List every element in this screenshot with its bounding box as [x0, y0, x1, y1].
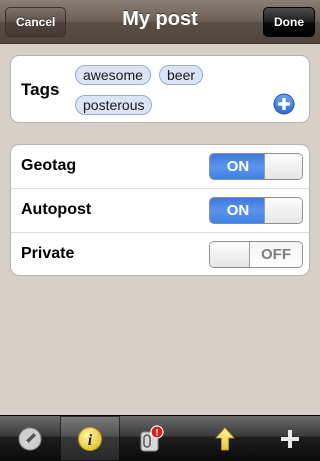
tags-label: Tags: [21, 80, 60, 99]
tab-attachments[interactable]: !: [120, 416, 180, 461]
setting-row-autopost: Autopost ON: [11, 189, 309, 233]
private-switch[interactable]: OFF: [209, 241, 303, 268]
badge-text: !: [156, 427, 159, 437]
pencil-icon: [18, 427, 42, 450]
navigation-bar: Cancel My post Done: [0, 0, 320, 44]
autopost-switch[interactable]: ON: [209, 197, 303, 224]
tag-posterous[interactable]: posterous: [75, 95, 153, 115]
tab-info[interactable]: i: [60, 416, 120, 461]
switch-knob: [210, 242, 250, 267]
tags-section: Tags awesome beer posterous: [10, 55, 310, 123]
tag-beer[interactable]: beer: [159, 65, 204, 85]
plus-icon: [281, 429, 299, 448]
tab-edit[interactable]: [0, 416, 60, 461]
plus-circle-icon[interactable]: [273, 93, 295, 115]
geotag-switch[interactable]: ON: [209, 153, 303, 180]
tag-awesome[interactable]: awesome: [75, 65, 151, 85]
setting-row-private: Private OFF: [11, 233, 309, 277]
tab-add[interactable]: [260, 416, 320, 461]
tab-upload[interactable]: [195, 416, 255, 461]
attachments-icon: !: [140, 424, 164, 451]
switch-state-text: ON: [210, 154, 266, 179]
setting-row-geotag: Geotag ON: [11, 145, 309, 189]
geotag-label: Geotag: [21, 157, 77, 174]
info-icon: i: [78, 426, 102, 451]
switch-state-text: ON: [210, 198, 266, 223]
done-button[interactable]: Done: [263, 7, 315, 37]
upload-arrow-icon: [215, 426, 235, 450]
autopost-label: Autopost: [21, 201, 92, 218]
switch-knob: [264, 198, 302, 223]
switch-state-text: OFF: [250, 242, 302, 267]
switch-knob: [264, 154, 302, 179]
tab-bar: i !: [0, 415, 320, 461]
settings-section: Geotag ON Autopost ON Private OFF: [10, 144, 310, 276]
private-label: Private: [21, 245, 75, 262]
svg-text:i: i: [88, 432, 93, 449]
